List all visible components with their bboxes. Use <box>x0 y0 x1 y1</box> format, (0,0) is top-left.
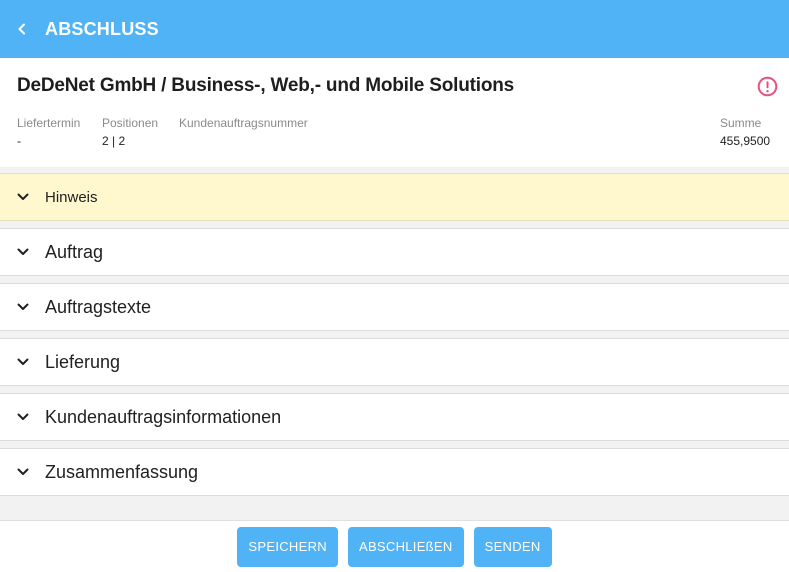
chevron-left-icon <box>18 23 25 35</box>
panel-order-texts-label: Auftragstexte <box>45 296 152 317</box>
chevron-down-icon-wrap <box>0 303 45 311</box>
chevron-down-icon-wrap <box>0 468 45 476</box>
alert-circle-icon[interactable] <box>757 76 778 97</box>
chevron-down-icon-wrap <box>0 248 45 256</box>
delivery-date-label: Liefertermin <box>17 116 81 130</box>
customer-order-number-field: Kundenauftragsnummer <box>179 116 308 134</box>
panel-hint[interactable]: Hinweis <box>0 173 789 221</box>
sum-value: 455,9500 <box>720 134 771 148</box>
order-header: DeDeNet GmbH / Business-, Web,- und Mobi… <box>0 58 789 167</box>
panel-customer-order-info[interactable]: Kundenauftragsinformationen <box>0 393 789 441</box>
panel-hint-label: Hinweis <box>45 188 98 206</box>
save-button[interactable]: SPEICHERN <box>237 526 338 567</box>
sum-field: Summe 455,9500 <box>720 116 770 148</box>
finish-button[interactable]: ABSCHLIEßEN <box>347 526 464 567</box>
chevron-down-icon <box>17 193 28 200</box>
sum-label: Summe <box>720 116 762 130</box>
panel-summary[interactable]: Zusammenfassung <box>0 448 789 496</box>
back-button[interactable] <box>0 0 44 58</box>
panel-customer-order-info-label: Kundenauftragsinformationen <box>45 406 282 427</box>
chevron-down-icon <box>17 248 28 255</box>
chevron-down-icon-wrap <box>0 193 45 201</box>
send-button[interactable]: SENDEN <box>473 526 552 567</box>
positions-label: Positionen <box>102 116 159 130</box>
app-bar: ABSCHLUSS <box>0 0 789 58</box>
chevron-down-icon <box>17 358 28 365</box>
chevron-down-icon <box>17 468 28 475</box>
positions-value: 2 | 2 <box>102 134 126 148</box>
panel-order[interactable]: Auftrag <box>0 228 789 276</box>
panel-order-label: Auftrag <box>45 241 104 262</box>
action-bar: SPEICHERN ABSCHLIEßEN SENDEN <box>0 520 789 572</box>
delivery-date-value: - <box>17 134 21 148</box>
customer-order-number-label: Kundenauftragsnummer <box>179 116 308 130</box>
positions-field: Positionen 2 | 2 <box>102 116 158 148</box>
chevron-down-icon <box>17 303 28 310</box>
panel-summary-label: Zusammenfassung <box>45 461 199 482</box>
page-title: ABSCHLUSS <box>45 18 159 39</box>
panel-order-texts[interactable]: Auftragstexte <box>0 283 789 331</box>
chevron-down-icon <box>17 413 28 420</box>
panel-delivery-label: Lieferung <box>45 351 121 372</box>
chevron-down-icon-wrap <box>0 413 45 421</box>
company-name: DeDeNet GmbH / Business-, Web,- und Mobi… <box>17 75 515 96</box>
chevron-down-icon-wrap <box>0 358 45 366</box>
panel-delivery[interactable]: Lieferung <box>0 338 789 386</box>
delivery-date-field: Liefertermin - <box>17 116 80 148</box>
